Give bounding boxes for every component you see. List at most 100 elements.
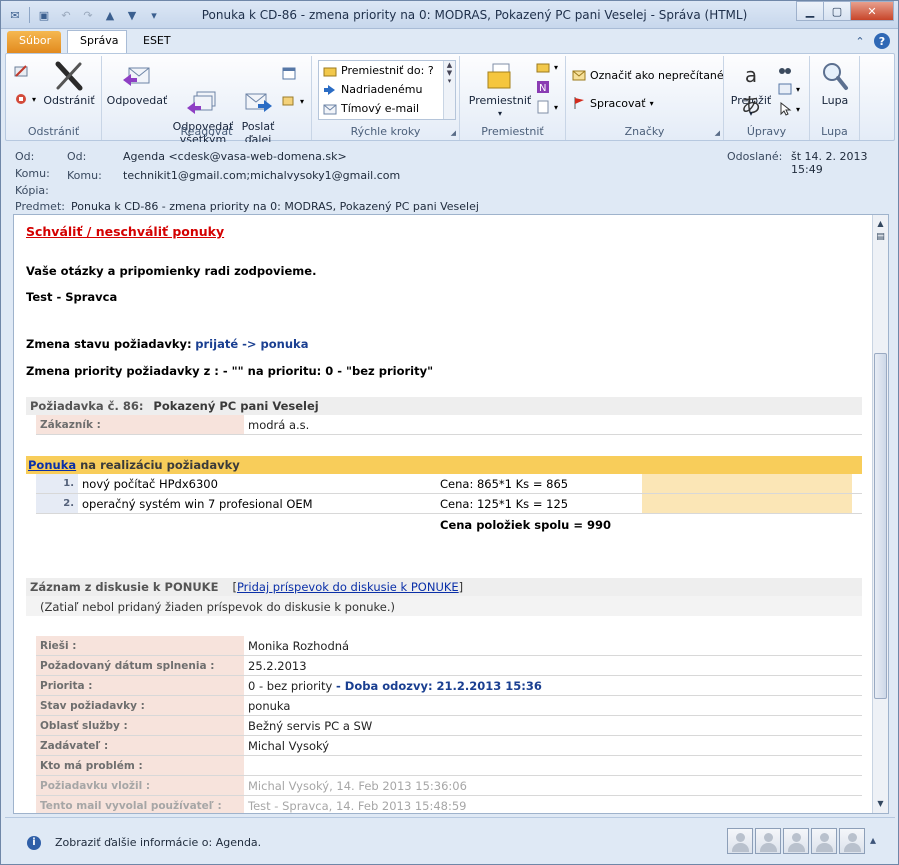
group-quick-steps-label: Rýchle kroky bbox=[350, 125, 421, 138]
more-respond-button[interactable]: ▾ bbox=[282, 94, 304, 108]
chevron-down-icon: ▾ bbox=[796, 104, 801, 114]
item-name: nový počítač HPdx6300 bbox=[82, 477, 218, 491]
minimize-button[interactable]: ▁ bbox=[796, 1, 824, 21]
from-value[interactable]: Agenda <cdesk@vasa-web-domena.sk> bbox=[123, 150, 347, 163]
delete-label: Odstrániť bbox=[43, 94, 95, 107]
maximize-button[interactable]: ▢ bbox=[823, 1, 851, 21]
onenote-icon: N bbox=[536, 80, 550, 94]
customer-label: Zákazník : bbox=[36, 415, 244, 434]
mark-unread-button[interactable]: Označiť ako neprečítané bbox=[572, 68, 724, 82]
problem-value bbox=[244, 756, 862, 775]
quick-step-manager[interactable]: Nadriadenému bbox=[319, 80, 455, 99]
to-value[interactable]: technikit1@gmail.com;michalvysoky1@gmail… bbox=[123, 169, 400, 182]
save-icon[interactable]: ▣ bbox=[36, 7, 52, 23]
binoculars-icon bbox=[778, 62, 792, 76]
zoom-button[interactable]: Lupa bbox=[814, 60, 856, 107]
find-button[interactable] bbox=[778, 62, 792, 76]
chevron-down-icon: ▾ bbox=[796, 84, 801, 94]
quick-steps-scroll[interactable]: ▲ ▼ ▾ bbox=[443, 61, 455, 119]
customize-toolbar-icon[interactable]: ▾ bbox=[146, 7, 162, 23]
add-discussion-link[interactable]: Pridaj príspevok do diskusie k PONUKE bbox=[237, 580, 459, 594]
redo-icon[interactable]: ↷ bbox=[80, 7, 96, 23]
detail-row-triggered: Tento mail vyvolal používateľ : Test - S… bbox=[36, 796, 862, 813]
from-label-inner: Od: bbox=[67, 150, 87, 163]
team-email-icon bbox=[323, 102, 337, 116]
detail-row-problem: Kto má problém : bbox=[36, 756, 862, 776]
offer-suffix: na realizáciu požiadavky bbox=[80, 458, 240, 472]
rules-icon bbox=[536, 60, 550, 74]
contact-avatar[interactable] bbox=[755, 828, 781, 854]
previous-item-icon[interactable]: ▲ bbox=[102, 7, 118, 23]
scroll-up-icon[interactable]: ▲ bbox=[874, 217, 887, 230]
item-number: 2. bbox=[36, 494, 78, 513]
detail-row-state: Stav požiadavky : ponuka bbox=[36, 696, 862, 716]
contact-avatar[interactable] bbox=[839, 828, 865, 854]
delete-button[interactable]: Odstrániť bbox=[40, 60, 98, 107]
reply-button[interactable]: Odpovedať bbox=[106, 60, 168, 107]
tab-eset[interactable]: ESET bbox=[131, 31, 181, 53]
customer-row: Zákazník : modrá a.s. bbox=[36, 415, 862, 435]
help-icon[interactable]: ? bbox=[874, 33, 890, 49]
more-info-text[interactable]: Zobraziť ďalšie informácie o: Agenda. bbox=[55, 836, 261, 849]
tab-message[interactable]: Správa bbox=[67, 30, 127, 54]
translate-icon: aあ bbox=[741, 63, 761, 117]
offer-item-row: 2. operačný systém win 7 profesional OEM… bbox=[36, 494, 862, 514]
followup-button[interactable]: Spracovať ▾ bbox=[572, 96, 654, 110]
ignore-button[interactable] bbox=[14, 64, 28, 78]
select-button[interactable]: ▾ bbox=[778, 101, 801, 116]
date-label: Požadovaný dátum splnenia : bbox=[36, 656, 244, 675]
contact-avatar[interactable] bbox=[811, 828, 837, 854]
people-avatars bbox=[727, 828, 885, 854]
chevron-down-icon: ▾ bbox=[497, 109, 502, 118]
vertical-scrollbar[interactable]: ▲ ▤ ▼ bbox=[872, 215, 888, 813]
inserted-value: Michal Vysoký, 14. Feb 2013 15:36:06 bbox=[248, 779, 467, 793]
move-label: Premiestniť bbox=[468, 94, 532, 107]
scroll-down-icon[interactable]: ▼ bbox=[874, 797, 887, 810]
outlook-message-window: ✉ ▣ ↶ ↷ ▲ ▼ ▾ Ponuka k CD-86 - zmena pri… bbox=[0, 0, 899, 865]
group-editing: aあ Preložiť ▾ ▾ ▾ Úpravy bbox=[724, 56, 810, 140]
item-highlight-cell bbox=[642, 494, 852, 513]
separator bbox=[29, 7, 30, 23]
triggered-value: Test - Spravca, 14. Feb 2013 15:48:59 bbox=[248, 799, 467, 813]
collapse-ribbon-icon[interactable]: ⌃ bbox=[852, 33, 868, 49]
discussion-header: Záznam z diskusie k PONUKE [ Pridaj prís… bbox=[26, 578, 862, 596]
priority-label: Priorita : bbox=[36, 676, 244, 695]
questions-text: Vaše otázky a pripomienky radi zodpoviem… bbox=[26, 264, 317, 278]
item-price: Cena: 125*1 Ks = 125 bbox=[440, 497, 569, 511]
approve-offers-link[interactable]: Schváliť / neschváliť ponuky bbox=[26, 224, 224, 239]
dialog-launcher-icon[interactable]: ◢ bbox=[451, 129, 456, 137]
quick-step-move-to[interactable]: Premiestniť do: ? bbox=[319, 61, 455, 80]
expand-people-pane-icon[interactable] bbox=[867, 828, 885, 854]
detail-row-inserted: Požiadavku vložil : Michal Vysoký, 14. F… bbox=[36, 776, 862, 796]
contact-avatar[interactable] bbox=[727, 828, 753, 854]
cc-label: Kópia: bbox=[15, 184, 49, 197]
rules-button[interactable]: ▾ bbox=[536, 60, 558, 74]
move-button[interactable]: Premiestniť ▾ bbox=[464, 60, 536, 120]
move-folder-icon bbox=[484, 60, 516, 92]
scroll-thumb[interactable] bbox=[874, 353, 887, 699]
quick-step-team-email[interactable]: Tímový e-mail bbox=[319, 99, 455, 118]
quick-access-toolbar: ✉ ▣ ↶ ↷ ▲ ▼ ▾ bbox=[7, 7, 162, 23]
onenote-button[interactable]: N bbox=[536, 80, 550, 94]
triggered-label: Tento mail vyvolal používateľ : bbox=[36, 796, 244, 813]
tab-file[interactable]: Súbor bbox=[7, 31, 61, 53]
delete-x-icon bbox=[53, 60, 85, 92]
offer-header: Ponuka na realizáciu požiadavky bbox=[26, 456, 862, 474]
window-title: Ponuka k CD-86 - zmena priority na 0: MO… bbox=[201, 8, 748, 22]
actions-button[interactable]: ▾ bbox=[536, 100, 558, 114]
contact-avatar[interactable] bbox=[783, 828, 809, 854]
group-delete: ▾ Odstrániť Odstrániť bbox=[6, 56, 102, 140]
next-item-icon[interactable]: ▼ bbox=[124, 7, 140, 23]
unread-envelope-icon bbox=[572, 68, 586, 82]
cleanup-button[interactable]: ▾ bbox=[14, 92, 36, 106]
translate-button[interactable]: aあ Preložiť ▾ bbox=[726, 60, 776, 120]
dialog-launcher-icon[interactable]: ◢ bbox=[715, 129, 720, 137]
related-button[interactable]: ▾ bbox=[778, 82, 800, 96]
offer-link[interactable]: Ponuka bbox=[28, 458, 76, 472]
meeting-button[interactable] bbox=[282, 66, 296, 80]
cursor-arrow-icon bbox=[778, 101, 792, 116]
close-button[interactable]: ✕ bbox=[850, 1, 894, 21]
undo-icon[interactable]: ↶ bbox=[58, 7, 74, 23]
chevron-down-icon: ▾ bbox=[554, 102, 559, 112]
state-value: ponuka bbox=[248, 699, 291, 713]
